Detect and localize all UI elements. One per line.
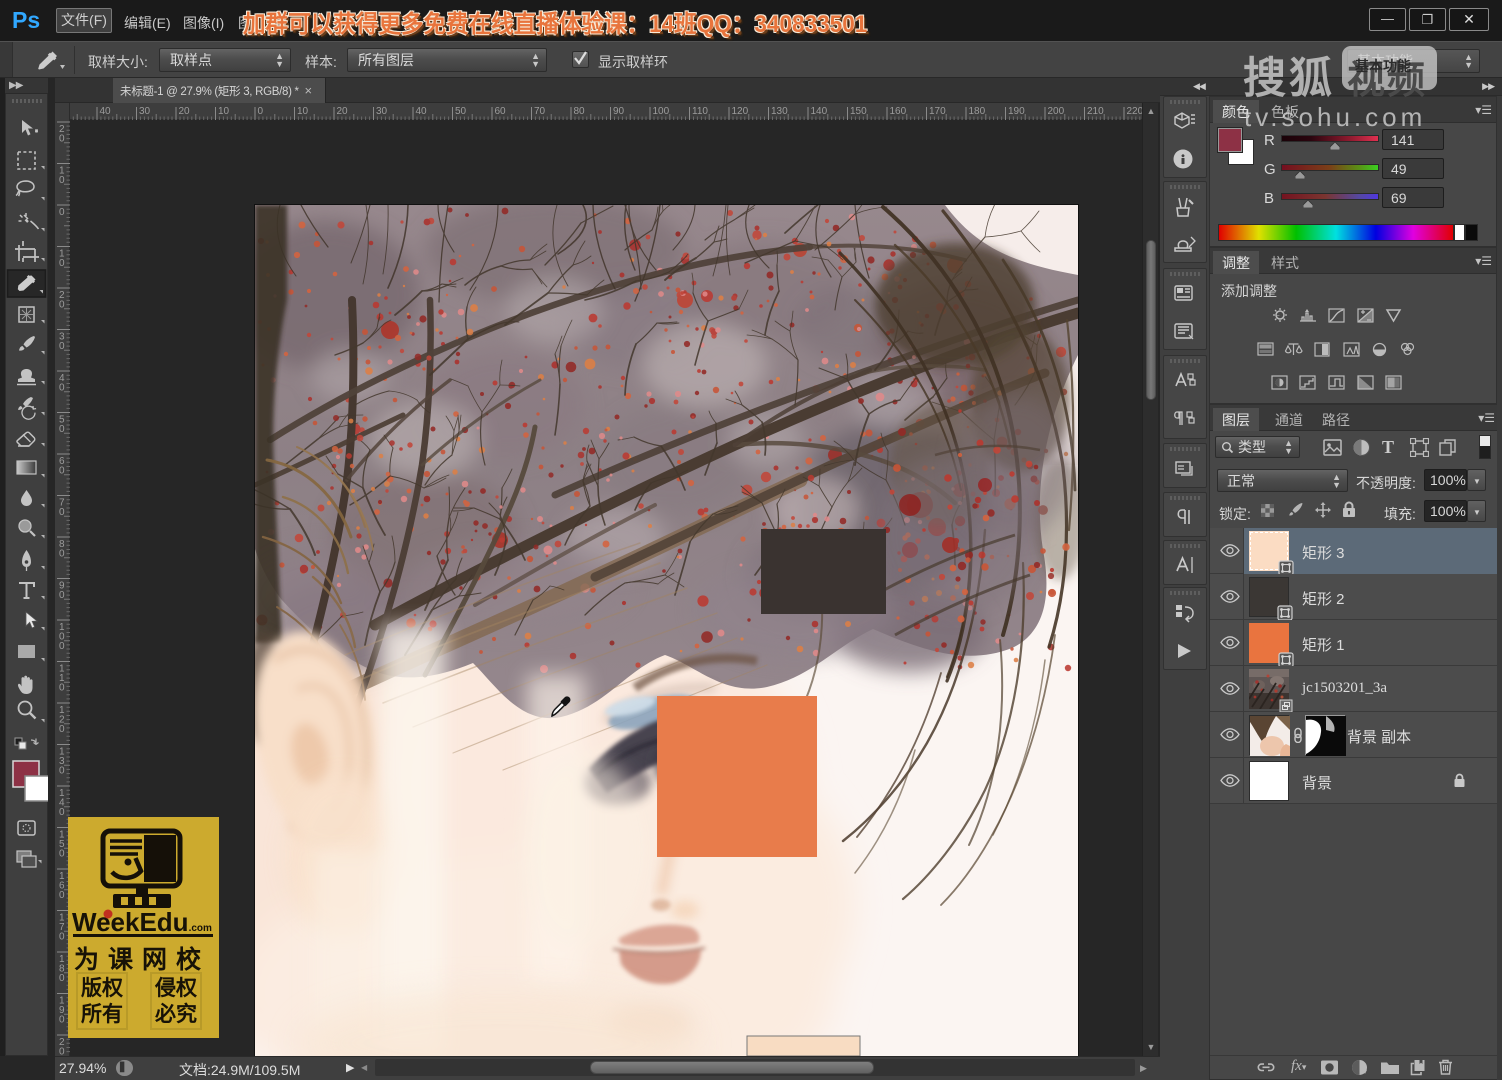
svg-text:0: 0 xyxy=(59,724,65,735)
svg-text:0: 0 xyxy=(59,383,65,394)
svg-text:0: 0 xyxy=(59,807,65,818)
svg-text:190: 190 xyxy=(1008,106,1025,117)
svg-text:0: 0 xyxy=(59,932,65,943)
svg-text:220: 220 xyxy=(1127,106,1143,117)
svg-text:210: 210 xyxy=(1087,106,1104,117)
svg-text:0: 0 xyxy=(258,106,264,117)
svg-text:60: 60 xyxy=(495,106,507,117)
svg-text:0: 0 xyxy=(59,766,65,777)
svg-text:200: 200 xyxy=(1048,106,1065,117)
svg-text:140: 140 xyxy=(811,106,828,117)
svg-text:40: 40 xyxy=(100,106,112,117)
svg-text:30: 30 xyxy=(139,106,151,117)
svg-text:90: 90 xyxy=(613,106,625,117)
svg-text:0: 0 xyxy=(59,1015,65,1026)
svg-text:0: 0 xyxy=(59,134,65,145)
svg-text:0: 0 xyxy=(59,300,65,311)
svg-text:10: 10 xyxy=(297,106,309,117)
svg-text:0: 0 xyxy=(59,341,65,352)
svg-text:0: 0 xyxy=(59,641,65,652)
svg-text:0: 0 xyxy=(59,466,65,477)
svg-text:110: 110 xyxy=(692,106,708,117)
svg-text:0: 0 xyxy=(59,590,65,601)
svg-text:160: 160 xyxy=(890,106,907,117)
svg-text:120: 120 xyxy=(732,106,749,117)
svg-text:80: 80 xyxy=(574,106,586,117)
svg-text:180: 180 xyxy=(969,106,986,117)
svg-text:0: 0 xyxy=(59,207,65,218)
svg-text:130: 130 xyxy=(771,106,788,117)
svg-text:170: 170 xyxy=(929,106,946,117)
svg-text:0: 0 xyxy=(59,890,65,901)
svg-text:0: 0 xyxy=(59,1047,65,1057)
svg-text:70: 70 xyxy=(534,106,546,117)
svg-text:20: 20 xyxy=(337,106,349,117)
svg-text:▾: ▾ xyxy=(1363,1067,1367,1076)
svg-text:30: 30 xyxy=(376,106,388,117)
svg-text:0: 0 xyxy=(59,258,65,269)
svg-text:20: 20 xyxy=(179,106,191,117)
svg-text:0: 0 xyxy=(59,507,65,518)
svg-text:0: 0 xyxy=(59,973,65,984)
svg-text:10: 10 xyxy=(218,106,230,117)
svg-text:0: 0 xyxy=(59,175,65,186)
svg-text:100: 100 xyxy=(653,106,670,117)
svg-text:150: 150 xyxy=(850,106,867,117)
svg-text:0: 0 xyxy=(59,549,65,560)
svg-text:0: 0 xyxy=(59,683,65,694)
svg-text:0: 0 xyxy=(59,849,65,860)
svg-text:0: 0 xyxy=(59,424,65,435)
svg-text:50: 50 xyxy=(455,106,467,117)
svg-text:40: 40 xyxy=(416,106,428,117)
